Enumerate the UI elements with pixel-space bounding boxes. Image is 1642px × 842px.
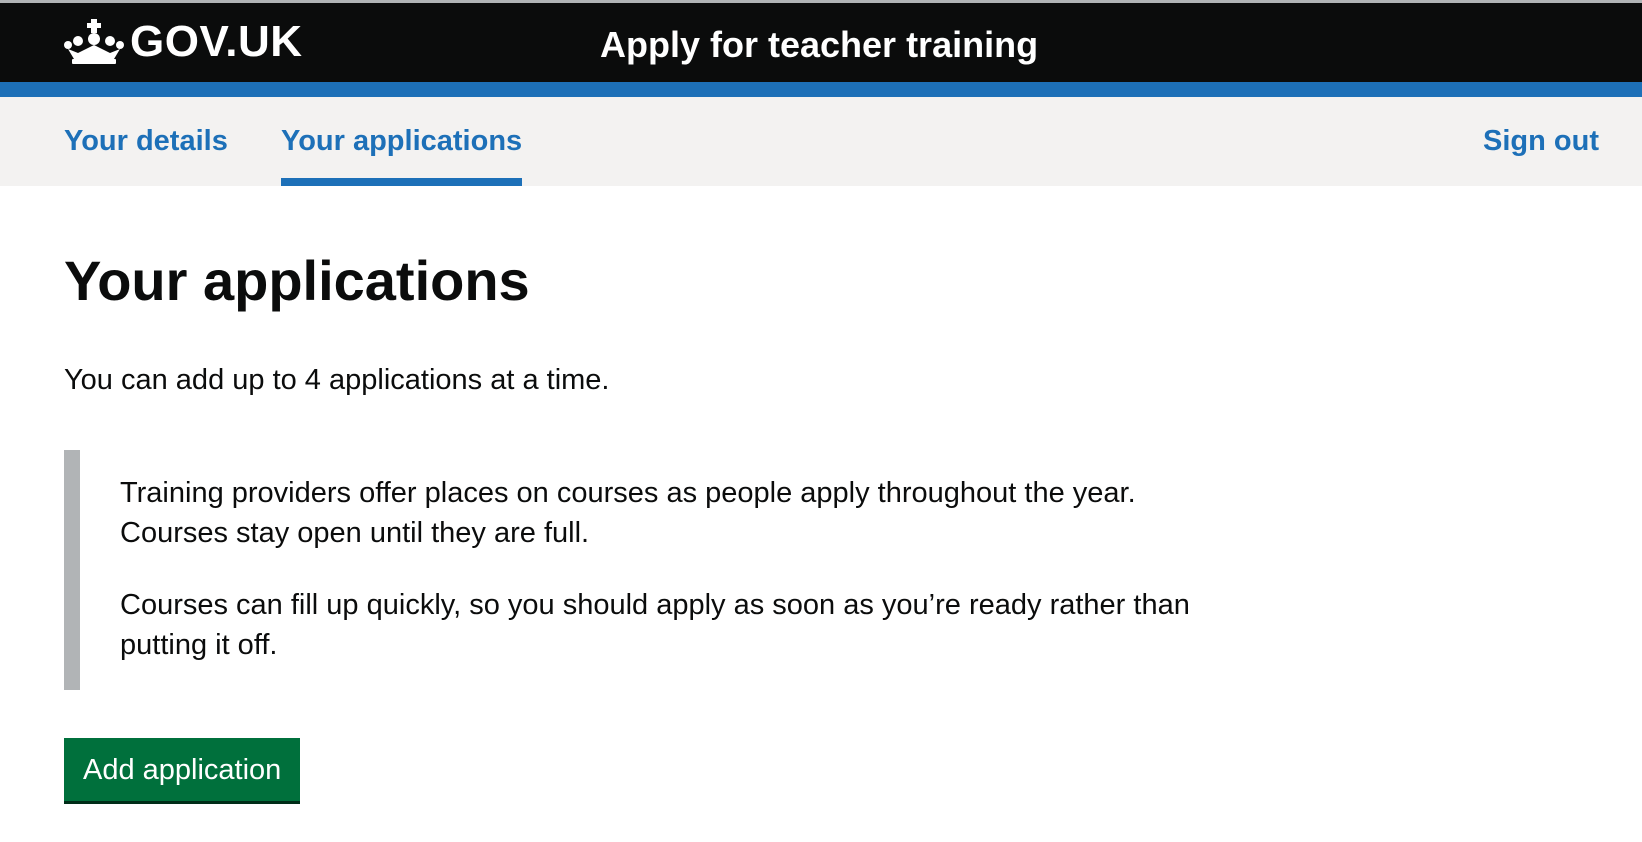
sign-out-link[interactable]: Sign out xyxy=(1483,97,1599,186)
inset-text: Training providers offer places on cours… xyxy=(64,450,1194,690)
inset-paragraph-apply-soon: Courses can fill up quickly, so you shou… xyxy=(120,589,1190,661)
add-application-button[interactable]: Add application xyxy=(64,738,301,801)
page-title: Your applications xyxy=(64,249,530,312)
primary-navigation: Your details Your applications Sign out xyxy=(0,97,1642,186)
nav-item-your-details[interactable]: Your details xyxy=(64,97,228,186)
service-name-link[interactable]: Apply for teacher training xyxy=(600,21,1038,69)
inset-paragraph-providers: Training providers offer places on cours… xyxy=(120,477,1136,549)
govuk-logo-link[interactable]: GOV.UK xyxy=(64,17,303,67)
crown-icon xyxy=(64,19,124,65)
logo-text: GOV.UK xyxy=(130,17,303,66)
nav-item-your-applications[interactable]: Your applications xyxy=(281,97,523,186)
applications-limit-text: You can add up to 4 applications at a ti… xyxy=(64,364,610,396)
header-blue-bar xyxy=(0,82,1642,97)
